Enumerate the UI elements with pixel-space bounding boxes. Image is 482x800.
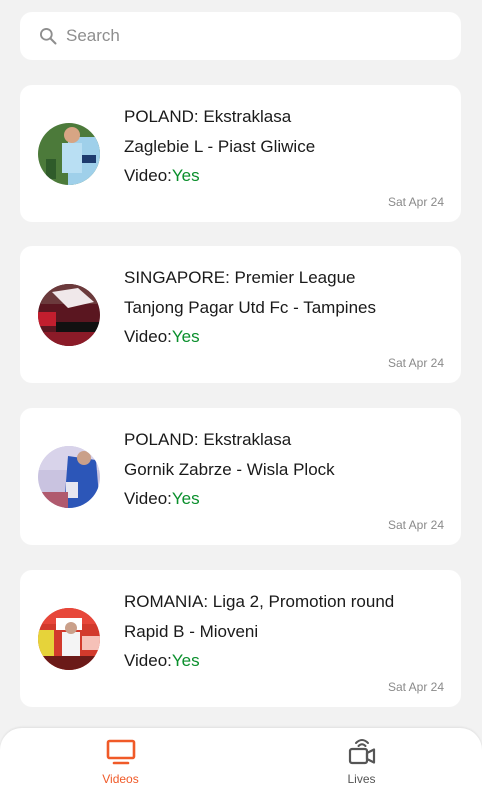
match-thumbnail xyxy=(38,123,100,185)
match-date: Sat Apr 24 xyxy=(387,195,444,209)
match-title: Gornik Zabrze - Wisla Plock xyxy=(124,460,335,479)
match-date: Sat Apr 24 xyxy=(387,518,444,532)
bottom-navigation: Videos Lives xyxy=(0,728,482,800)
match-title: Tanjong Pagar Utd Fc - Tampines xyxy=(124,298,376,317)
match-date: Sat Apr 24 xyxy=(387,356,444,370)
tv-icon xyxy=(106,739,135,765)
league-title: SINGAPORE: Premier League xyxy=(124,268,356,287)
nav-label-lives: Lives xyxy=(347,772,376,786)
match-card[interactable]: ROMANIA: Liga 2, Promotion round Rapid B… xyxy=(20,570,461,707)
match-thumbnail xyxy=(38,446,100,508)
video-availability: Video:Yes xyxy=(124,651,200,671)
league-title: POLAND: Ekstraklasa xyxy=(124,430,292,449)
search-icon xyxy=(40,28,57,45)
match-title: Rapid B - Mioveni xyxy=(124,622,259,641)
video-label: Video: xyxy=(124,327,172,346)
video-status: Yes xyxy=(171,327,200,346)
nav-tab-lives[interactable]: Lives xyxy=(241,728,482,800)
video-status: Yes xyxy=(171,489,200,508)
league-title: ROMANIA: Liga 2, Promotion round xyxy=(124,592,395,611)
match-date: Sat Apr 24 xyxy=(387,680,444,694)
match-card[interactable]: POLAND: Ekstraklasa Zaglebie L - Piast G… xyxy=(20,85,461,222)
video-availability: Video:Yes xyxy=(124,166,200,186)
nav-label-videos: Videos xyxy=(102,772,139,786)
live-camera-icon xyxy=(348,739,375,765)
video-label: Video: xyxy=(124,166,172,185)
video-availability: Video:Yes xyxy=(124,327,200,347)
video-availability: Video:Yes xyxy=(124,489,200,509)
search-bar[interactable]: Search xyxy=(20,12,461,60)
video-label: Video: xyxy=(124,489,172,508)
video-label: Video: xyxy=(124,651,172,670)
match-thumbnail xyxy=(38,284,100,346)
search-input[interactable]: Search xyxy=(66,26,120,46)
nav-tab-videos[interactable]: Videos xyxy=(0,728,241,800)
match-title: Zaglebie L - Piast Gliwice xyxy=(124,137,316,156)
video-status: Yes xyxy=(171,651,200,670)
match-card[interactable]: POLAND: Ekstraklasa Gornik Zabrze - Wisl… xyxy=(20,408,461,545)
match-card[interactable]: SINGAPORE: Premier League Tanjong Pagar … xyxy=(20,246,461,383)
league-title: POLAND: Ekstraklasa xyxy=(124,107,292,126)
match-thumbnail xyxy=(38,608,100,670)
video-status: Yes xyxy=(171,166,200,185)
